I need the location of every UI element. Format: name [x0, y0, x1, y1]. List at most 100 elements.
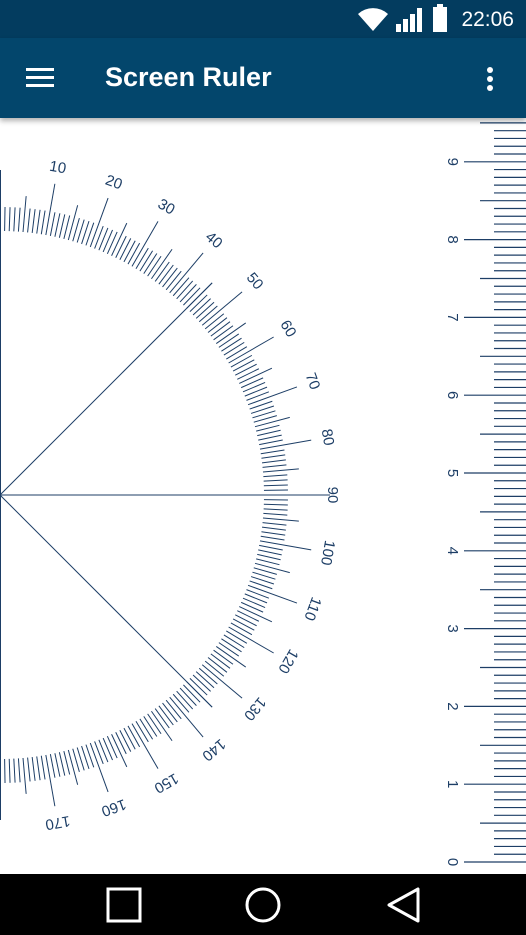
protractor-tick [176, 280, 194, 300]
protractor-tick [22, 196, 27, 233]
protractor-tick [172, 277, 190, 297]
protractor-tick [36, 209, 41, 234]
battery-icon [433, 4, 447, 32]
protractor-tick [17, 207, 21, 232]
ruler-label: 8 [444, 235, 461, 243]
protractor-tick [192, 674, 211, 692]
protractor-tick [179, 284, 197, 303]
protractor-tick [139, 250, 154, 272]
protractor-label: 70 [302, 371, 324, 392]
protractor-label: 80 [318, 428, 338, 447]
protractor-tick [242, 597, 266, 608]
protractor-tick [154, 261, 170, 282]
protractor-tick [210, 321, 231, 337]
protractor-tick [215, 322, 247, 344]
protractor-tick [207, 657, 228, 673]
protractor-tick [67, 749, 79, 785]
protractor-tick [261, 454, 286, 459]
protractor-tick [31, 209, 36, 234]
ruler[interactable]: 0 1 2 3 4 5 6 7 8 9 [444, 122, 526, 866]
wifi-icon [358, 8, 388, 32]
protractor-label: 120 [274, 646, 301, 676]
protractor-label: 100 [317, 539, 338, 567]
protractor-tick [119, 729, 132, 752]
protractor-tick [226, 630, 248, 644]
protractor-tick [139, 718, 154, 740]
protractor-tick [204, 313, 225, 330]
protractor-tick [94, 741, 104, 765]
protractor-tick [94, 225, 104, 249]
protractor-tick [102, 737, 113, 761]
protractor-tick [40, 755, 46, 780]
protractor-tick [13, 758, 16, 783]
protractor-tick [242, 382, 266, 393]
signal-icon [396, 8, 422, 32]
protractor-tick [204, 660, 225, 677]
protractor-tick [143, 253, 158, 274]
protractor-tick [263, 474, 288, 478]
protractor-tick [246, 391, 270, 401]
protractor-tick [165, 270, 182, 291]
protractor-tick [228, 626, 274, 654]
back-triangle-icon[interactable] [383, 886, 423, 924]
protractor-tick [259, 439, 283, 446]
protractor-label: 20 [103, 172, 124, 194]
protractor-tick [63, 751, 71, 775]
protractor-tick [45, 754, 56, 807]
protractor-tick [262, 468, 299, 473]
measurement-canvas[interactable]: 10 20 30 40 50 60 70 80 90 100 110 120 130 140 150 160 1… [0, 118, 526, 874]
recents-square-icon[interactable] [104, 886, 144, 924]
protractor-tick [143, 716, 158, 737]
protractor-tick [198, 667, 218, 685]
protractor-label: 50 [243, 269, 267, 293]
protractor-tick [22, 757, 27, 794]
protractor-tick [261, 526, 286, 531]
protractor-label: 160 [99, 795, 128, 820]
protractor-tick [247, 584, 298, 604]
protractor-tick [58, 214, 66, 238]
protractor-tick [247, 386, 298, 406]
protractor-tick [195, 671, 215, 689]
protractor-tick [172, 693, 190, 713]
protractor-tick [131, 723, 159, 769]
protractor-tick [218, 333, 240, 348]
protractor-tick [123, 727, 136, 750]
status-time: 22:06 [461, 8, 514, 31]
protractor-tick [261, 531, 286, 536]
protractor-tick [147, 255, 162, 277]
ruler-label: 1 [444, 780, 461, 788]
protractor-tick [158, 264, 174, 285]
protractor-tick [230, 622, 253, 636]
ruler-svg[interactable]: 1020304050607080901001101201301401501601… [0, 118, 526, 874]
protractor[interactable]: 10 20 30 40 50 60 70 80 90 100 110 120130 140 150 160 1… [0, 158, 341, 833]
protractor-tick [17, 758, 21, 783]
protractor-tick [127, 242, 141, 265]
protractor-tick [165, 699, 182, 720]
protractor-tick [234, 614, 257, 627]
protractor-tick [67, 205, 79, 241]
page-title: Screen Ruler [105, 62, 272, 92]
home-circle-icon[interactable] [243, 886, 283, 924]
protractor-tick [259, 540, 312, 551]
protractor-tick [131, 221, 159, 267]
protractor-tick [210, 653, 231, 669]
protractor-tick [40, 210, 46, 235]
protractor-tick [263, 512, 288, 516]
protractor-tick [258, 549, 282, 556]
protractor-label: 140 [199, 735, 229, 764]
protractor-tick [123, 240, 136, 263]
ruler-label: 4 [444, 547, 461, 555]
protractor-tick [221, 337, 242, 352]
protractor-tick [201, 291, 243, 326]
protractor-tick [256, 558, 280, 566]
protractor-tick [260, 535, 285, 541]
protractor-tick [228, 336, 274, 364]
more-vert-icon[interactable] [476, 62, 506, 94]
protractor-label: 90 [324, 487, 341, 504]
app-bar: Screen Ruler [0, 38, 526, 118]
protractor-tick [263, 503, 288, 506]
protractor-tick [230, 354, 253, 368]
protractor-tick [234, 363, 257, 376]
protractor-tick [198, 305, 218, 323]
hamburger-menu-icon[interactable] [14, 58, 54, 98]
